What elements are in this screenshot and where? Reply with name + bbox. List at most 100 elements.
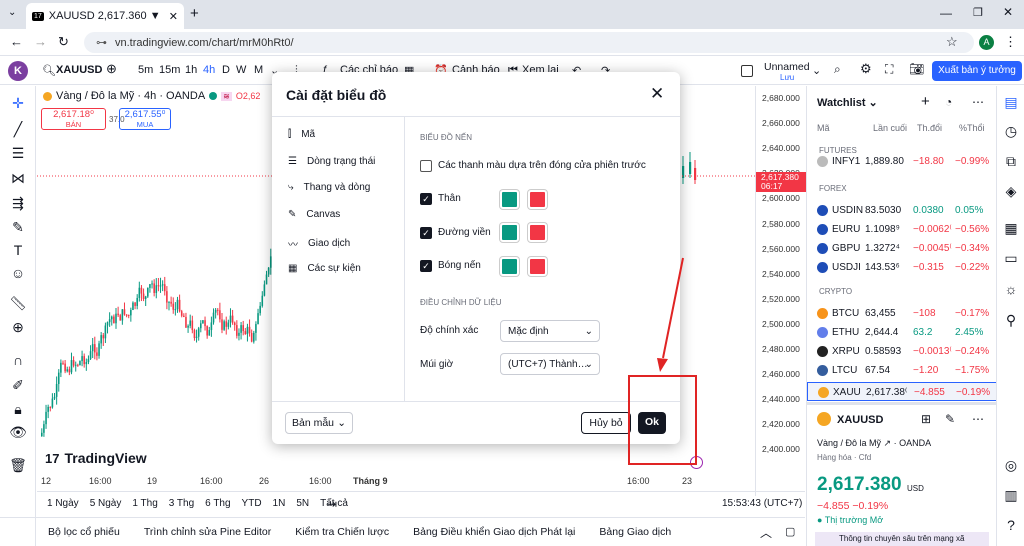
watchlist-title[interactable]: Watchlist ⌄: [817, 96, 878, 109]
forecast-icon[interactable]: ⇶: [9, 194, 27, 212]
fib-icon[interactable]: ☰: [9, 144, 27, 162]
symbol-search-icon[interactable]: 🔍︎: [42, 64, 56, 77]
col-percent[interactable]: %Thổi: [959, 123, 985, 133]
col-symbol[interactable]: Mã: [817, 123, 830, 133]
magnet-icon[interactable]: ∩: [9, 351, 27, 369]
emoji-icon[interactable]: ☺: [9, 264, 27, 282]
fullscreen-icon[interactable]: ⛶: [885, 62, 893, 77]
tab-scales-lines[interactable]: ⤷ Thang và dòng: [288, 182, 370, 193]
interval-4h[interactable]: 4h: [203, 64, 215, 76]
watchlist-row[interactable]: LTCU 67.54 −1.20 −1.75%: [807, 361, 997, 380]
body-down-color-swatch[interactable]: [528, 190, 547, 209]
ideas-icon[interactable]: ☼: [1002, 280, 1020, 298]
bottom-tab[interactable]: Kiểm tra Chiến lược: [295, 526, 389, 538]
cancel-button[interactable]: Hủy bỏ: [581, 412, 631, 434]
interval-1h[interactable]: 1h: [185, 64, 197, 76]
tab-status-line[interactable]: ☰ Dòng trạng thái: [288, 156, 375, 167]
browser-tab[interactable]: 17 XAUUSD 2,617.360 ▼ −0.19% U ✕: [26, 3, 184, 29]
layout-dropdown-icon[interactable]: ⌄: [812, 64, 821, 77]
symbol-search-button[interactable]: XAUUSD: [56, 64, 102, 76]
close-window-icon[interactable]: ✕: [1003, 5, 1013, 19]
period-button[interactable]: 1 Ngày: [47, 498, 79, 509]
quick-search-icon[interactable]: ⌕: [834, 62, 841, 77]
watchlist-more-icon[interactable]: ⋯: [972, 95, 984, 109]
bottom-tab[interactable]: Bộ lọc cổ phiếu: [48, 526, 120, 538]
restore-icon[interactable]: ❐: [973, 6, 983, 19]
url-field[interactable]: ⊶ vn.tradingview.com/chart/mrM0hRt0/: [84, 32, 974, 53]
interval-m[interactable]: M: [254, 64, 263, 76]
help-icon[interactable]: ?: [1002, 516, 1020, 534]
period-button[interactable]: 5N: [296, 498, 309, 509]
border-down-color-swatch[interactable]: [528, 223, 547, 242]
body-checkbox[interactable]: ✓: [420, 193, 432, 205]
col-change[interactable]: Th.đổi: [917, 123, 942, 133]
wick-checkbox[interactable]: ✓: [420, 260, 432, 272]
interval-15m[interactable]: 15m: [159, 64, 180, 76]
watchlist-row[interactable]: XRPU 0.58593 −0.0013⁽ −0.24%: [807, 342, 997, 361]
brush-icon[interactable]: ✎: [9, 218, 27, 236]
col-last[interactable]: Lần cuối: [873, 123, 907, 133]
add-symbol-icon[interactable]: +: [921, 93, 930, 110]
bookmark-star-icon[interactable]: ☆: [946, 34, 958, 50]
bottom-tab[interactable]: Bảng Giao dịch: [599, 526, 671, 538]
watchlist-row[interactable]: USDIN 83.5030 0.0380 0.05%: [807, 201, 997, 220]
template-dropdown[interactable]: Bản mẫu ⌄: [285, 412, 353, 434]
buy-button[interactable]: 2,617.55⁰ MUA: [119, 108, 171, 130]
watchlist-row[interactable]: BTCU 63,455 −108 −0.17%: [807, 304, 997, 323]
chat-icon[interactable]: ▭: [1002, 249, 1020, 267]
go-to-date-icon[interactable]: ⇥: [327, 497, 337, 511]
price-scale[interactable]: 2,680.0002,660.0002,640.0002,620.0002,60…: [755, 86, 806, 496]
watchlist-icon[interactable]: ▤: [1002, 93, 1020, 111]
close-dialog-icon[interactable]: ✕: [650, 84, 664, 104]
back-icon[interactable]: ←: [10, 34, 23, 49]
alerts-clock-icon[interactable]: ◷: [1002, 122, 1020, 140]
tab-trading[interactable]: 〰 Giao dịch: [288, 236, 350, 251]
layout-name[interactable]: Unnamed: [764, 61, 810, 73]
watchlist-row[interactable]: EURU 1.1098⁹ −0.0062⁽ −0.56%: [807, 220, 997, 239]
border-up-color-swatch[interactable]: [500, 223, 519, 242]
user-avatar[interactable]: K: [8, 61, 28, 81]
layers-icon[interactable]: ◈: [1002, 182, 1020, 200]
group-forex[interactable]: FOREX: [819, 184, 847, 193]
layout-select-icon[interactable]: [741, 65, 753, 77]
detail-more-icon[interactable]: ⋯: [972, 412, 984, 426]
profile-avatar[interactable]: A: [979, 35, 994, 50]
tab-symbol[interactable]: ⫿ Mã: [288, 129, 315, 140]
interval-w[interactable]: W: [236, 64, 246, 76]
bottom-tab[interactable]: Bảng Điều khiển Giao dịch Phát lại: [413, 526, 575, 538]
eye-icon[interactable]: 👁︎: [9, 423, 27, 441]
interval-5m[interactable]: 5m: [138, 64, 153, 76]
minimize-icon[interactable]: —: [940, 6, 952, 20]
period-button[interactable]: 6 Thg: [205, 498, 230, 509]
period-button[interactable]: 5 Ngày: [90, 498, 122, 509]
tab-canvas[interactable]: ✎ Canvas: [288, 209, 340, 220]
publish-idea-button[interactable]: Xuất bản ý tưởng: [932, 61, 1022, 81]
forward-icon[interactable]: →: [34, 34, 47, 49]
interval-d[interactable]: D: [222, 64, 230, 76]
precision-select[interactable]: Mặc định ⌄: [500, 320, 600, 342]
bulb-icon[interactable]: ⚲: [1002, 311, 1020, 329]
tab-list-chevron-icon[interactable]: ⌄: [8, 7, 16, 18]
lock-icon[interactable]: 🔒︎: [9, 400, 27, 418]
pattern-icon[interactable]: ⋈: [9, 169, 27, 187]
data-window-icon[interactable]: ▥: [1002, 486, 1020, 504]
bottom-tab[interactable]: Trình chỉnh sửa Pine Editor: [144, 526, 271, 538]
period-button[interactable]: YTD: [242, 498, 262, 509]
detail-grid-icon[interactable]: ⊞: [921, 412, 931, 426]
wick-down-color-swatch[interactable]: [528, 257, 547, 276]
chart-clock[interactable]: 15:53:43 (UTC+7): [722, 498, 802, 509]
site-info-icon[interactable]: ⊶: [96, 36, 107, 49]
browser-menu-icon[interactable]: ⋮: [1004, 34, 1017, 50]
ruler-icon[interactable]: 📏︎: [9, 294, 27, 312]
collapse-panel-icon[interactable]: ︿: [760, 524, 772, 541]
watchlist-row[interactable]: XAUU 2,617.38⁽ −4.855 −0.19%: [807, 382, 997, 401]
calendar-icon[interactable]: ▦: [1002, 219, 1020, 237]
sell-button[interactable]: 2,617.18⁰ BÁN: [41, 108, 106, 130]
color-bars-checkbox[interactable]: [420, 160, 432, 172]
reload-icon[interactable]: ↻: [58, 34, 69, 50]
body-up-color-swatch[interactable]: [500, 190, 519, 209]
timezone-select[interactable]: (UTC+7) Thành… ⌄: [500, 353, 600, 375]
compare-symbol-icon[interactable]: ⊕: [106, 61, 117, 77]
settings-gear-icon[interactable]: ⚙: [860, 61, 872, 77]
trash-icon[interactable]: 🗑︎: [9, 456, 27, 474]
